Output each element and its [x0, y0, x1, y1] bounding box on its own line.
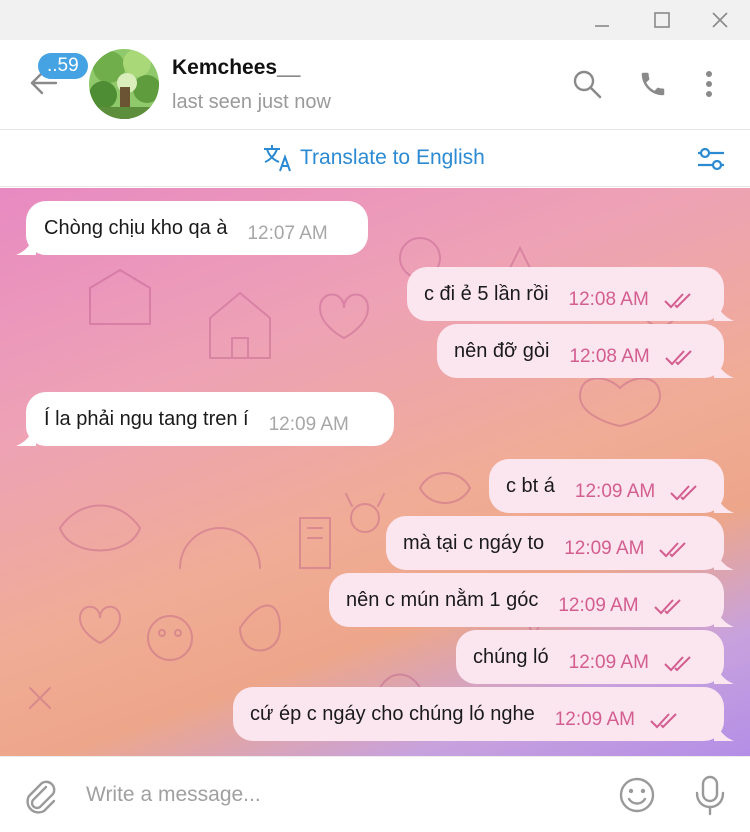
bubble-tail	[714, 721, 734, 741]
translate-label: Translate to English	[300, 146, 485, 169]
close-button[interactable]	[706, 6, 734, 34]
call-button[interactable]	[636, 67, 670, 101]
double-check-icon	[650, 713, 677, 729]
maximize-button[interactable]	[648, 6, 676, 34]
translate-bar: Translate to English	[0, 131, 750, 187]
double-check-icon	[653, 599, 681, 615]
more-options-button[interactable]	[692, 67, 726, 101]
message-text: c bt á	[506, 474, 555, 497]
double-check-icon	[664, 656, 691, 672]
maximize-icon	[654, 12, 670, 28]
message-text: Chòng chịu kho qa à	[44, 216, 228, 239]
minimize-icon	[595, 25, 609, 27]
message-text: mà tại c ngáy to	[403, 531, 545, 554]
message-text: Í la phải ngu tang tren í	[44, 407, 249, 430]
search-icon	[573, 70, 602, 99]
message-text: nên c mún nằm 1 góc	[346, 588, 539, 611]
contact-name[interactable]: Kemchees__	[172, 56, 300, 80]
message-time: 12:08 AM	[568, 289, 649, 310]
double-check-icon	[659, 542, 687, 558]
double-check-icon	[664, 293, 691, 309]
bubble-tail	[714, 493, 734, 513]
message-time: 12:08 AM	[569, 346, 650, 367]
avatar-image	[89, 49, 159, 119]
message-text: cứ ép c ngáy cho chúng ló nghe	[250, 702, 535, 725]
message-input[interactable]	[86, 777, 586, 813]
message-time: 12:09 AM	[558, 595, 639, 616]
translate-settings-button[interactable]	[694, 143, 728, 175]
paperclip-icon	[26, 780, 56, 814]
message-bubble-incoming[interactable]: Chòng chịu kho qa à 12:07 AM	[16, 201, 368, 255]
chat-header: ..59 Kemchees__ last seen just now	[0, 40, 750, 130]
bubble-tail	[714, 550, 734, 570]
message-composer	[0, 756, 750, 832]
message-time: 12:09 AM	[568, 652, 649, 673]
message-time: 12:09 AM	[554, 709, 635, 730]
bubble-tail	[714, 358, 734, 378]
message-text: chúng ló	[473, 645, 549, 668]
message-time: 12:09 AM	[268, 414, 349, 435]
voice-message-button[interactable]	[690, 773, 730, 817]
double-check-icon	[664, 350, 692, 366]
message-time: 12:09 AM	[574, 481, 656, 502]
message-bubble-outgoing[interactable]: chúng ló 12:09 AM	[456, 630, 734, 684]
more-vertical-icon	[706, 71, 712, 97]
message-bubble-outgoing[interactable]: nên đỡ gòi 12:08 AM	[437, 324, 734, 378]
attach-button[interactable]	[22, 777, 58, 815]
bubble-tail	[16, 235, 36, 255]
message-time: 12:07 AM	[247, 223, 328, 244]
phone-icon	[641, 72, 665, 96]
translate-icon	[264, 145, 291, 172]
bubble-tail	[16, 426, 36, 446]
bubble-tail	[714, 607, 734, 627]
bubble-tail	[714, 301, 734, 321]
search-button[interactable]	[570, 67, 604, 101]
window-titlebar	[0, 0, 750, 40]
microphone-icon	[695, 775, 725, 816]
bubble-tail	[714, 664, 734, 684]
message-bubble-outgoing[interactable]: cứ ép c ngáy cho chúng ló nghe 12:09 AM	[233, 687, 734, 741]
minimize-button[interactable]	[588, 6, 616, 34]
message-bubble-outgoing[interactable]: nên c mún nằm 1 góc 12:09 AM	[329, 573, 734, 627]
message-bubble-outgoing[interactable]: c đi ẻ 5 lần rồi 12:08 AM	[407, 267, 734, 321]
contact-status: last seen just now	[172, 91, 331, 113]
smile-icon	[619, 777, 655, 813]
unread-badge[interactable]: ..59	[38, 53, 88, 79]
emoji-button[interactable]	[617, 775, 657, 815]
chat-messages[interactable]: Chòng chịu kho qa à 12:07 AM c đi ẻ 5 lầ…	[0, 188, 750, 756]
message-time: 12:09 AM	[564, 538, 645, 559]
message-text: nên đỡ gòi	[454, 339, 550, 362]
avatar[interactable]	[89, 49, 159, 119]
translate-button[interactable]: Translate to English	[262, 143, 485, 173]
message-bubble-outgoing[interactable]: mà tại c ngáy to 12:09 AM	[386, 516, 734, 570]
message-bubble-outgoing[interactable]: c bt á 12:09 AM	[489, 459, 734, 513]
message-text: c đi ẻ 5 lần rồi	[424, 282, 549, 305]
close-icon	[712, 12, 728, 28]
sliders-icon	[698, 147, 724, 171]
double-check-icon	[670, 485, 697, 501]
message-bubble-incoming[interactable]: Í la phải ngu tang tren í 12:09 AM	[16, 392, 394, 446]
